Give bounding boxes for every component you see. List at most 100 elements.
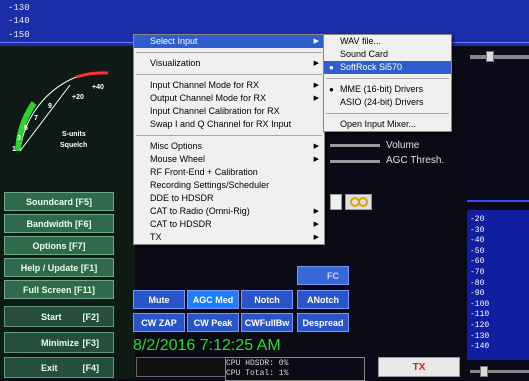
submenu-item-softrock-si570[interactable]: ● SoftRock Si570	[324, 61, 451, 74]
exit-button[interactable]: Exit [F4]	[4, 357, 114, 378]
start-button[interactable]: Start [F2]	[4, 306, 114, 327]
waterfall-divider	[467, 200, 529, 202]
waterfall-scale-label: -100	[470, 299, 490, 309]
s-meter-scale-label: 1	[12, 146, 16, 153]
s-meter-scale-label: 7	[34, 115, 38, 122]
options-button[interactable]: Options [F7]	[4, 236, 114, 255]
menu-item-label: RF Front-End + Calibration	[150, 167, 258, 177]
bandwidth-button[interactable]: Bandwidth [F6]	[4, 214, 114, 233]
partial-fc-button[interactable]: FC	[297, 266, 349, 285]
menu-item-select-input[interactable]: Select Input ▶	[134, 35, 324, 48]
radio-bullet-icon: ●	[329, 63, 334, 72]
spectrum-scale-label: -130	[8, 3, 30, 13]
menu-item-label: Recording Settings/Scheduler	[150, 180, 270, 190]
goggles-icon[interactable]	[345, 194, 372, 210]
menu-item-label: DDE to HDSDR	[150, 193, 214, 203]
submenu-item-open-input-mixer[interactable]: Open Input Mixer...	[324, 118, 451, 131]
notch-button[interactable]: Notch	[241, 290, 293, 309]
volume-label: Volume	[386, 140, 420, 151]
submenu-arrow-icon: ▶	[313, 156, 319, 163]
menu-item-label: TX	[150, 232, 162, 242]
select-input-submenu: WAV file... Sound Card ● SoftRock Si570 ● MME…	[323, 34, 452, 132]
menu-item-cat-to-radio-omni-rig[interactable]: CAT to Radio (Omni-Rig) ▶	[134, 205, 324, 218]
menu-item-label: Swap I and Q Channel for RX Input	[150, 119, 292, 129]
mute-button[interactable]: Mute	[133, 290, 185, 309]
squelch-label[interactable]: Squelch	[60, 142, 87, 149]
full-screen-button[interactable]: Full Screen [F11]	[4, 280, 114, 299]
zoom-slider-thumb[interactable]	[486, 51, 494, 62]
submenu-item-label: WAV file...	[340, 36, 382, 46]
menu-item-rf-front-end-calibration[interactable]: RF Front-End + Calibration	[134, 166, 324, 179]
agc-threshold-label: AGC Thresh.	[386, 155, 445, 166]
cw-full-bw-button[interactable]: CWFullBw	[241, 313, 293, 332]
date-time-display: 8/2/2016 7:12:25 AM	[133, 337, 281, 354]
menu-separator	[136, 74, 322, 75]
menu-item-swap-i-and-q-channel-for-rx-input[interactable]: Swap I and Q Channel for RX Input	[134, 118, 324, 131]
waterfall-scale-label: -140	[470, 342, 490, 352]
partial-fc-label: FC	[327, 270, 339, 281]
context-menu: Select Input ▶ Visualization ▶ Input Channel…	[133, 34, 325, 245]
submenu-item-label: Sound Card	[340, 49, 389, 59]
cpu-meter-bar	[136, 357, 226, 377]
menu-item-input-channel-mode-for-rx[interactable]: Input Channel Mode for RX ▶	[134, 79, 324, 92]
waterfall-speed-thumb[interactable]	[480, 366, 488, 377]
menu-item-recording-settings-scheduler[interactable]: Recording Settings/Scheduler	[134, 179, 324, 192]
menu-item-label: Select Input	[150, 36, 198, 46]
menu-item-misc-options[interactable]: Misc Options ▶	[134, 140, 324, 153]
agc-threshold-slider[interactable]	[330, 160, 380, 163]
menu-item-input-channel-calibration-for-rx[interactable]: Input Channel Calibration for RX	[134, 105, 324, 118]
menu-separator	[326, 113, 449, 114]
help-update-button[interactable]: Help / Update [F1]	[4, 258, 114, 277]
exit-button-key: [F4]	[82, 362, 100, 373]
minimize-button[interactable]: Minimize [F3]	[4, 332, 114, 353]
submenu-arrow-icon: ▶	[313, 221, 319, 228]
cw-zap-button[interactable]: CW ZAP	[133, 313, 185, 332]
waterfall-scale-label: -20	[470, 215, 485, 224]
s-meter-scale-label: +20	[72, 94, 84, 101]
menu-item-cat-to-hdsdr[interactable]: CAT to HDSDR ▶	[134, 218, 324, 231]
despread-button[interactable]: Despread	[297, 313, 349, 332]
waterfall-scale-label: -80	[470, 278, 485, 288]
menu-item-mouse-wheel[interactable]: Mouse Wheel ▶	[134, 153, 324, 166]
anotch-button[interactable]: ANotch	[297, 290, 349, 309]
goggles-icon-glyph	[349, 197, 368, 207]
agc-med-button[interactable]: AGC Med	[187, 290, 239, 309]
zoom-slider[interactable]	[470, 55, 529, 59]
submenu-arrow-icon: ▶	[313, 95, 319, 102]
menu-item-dde-to-hdsdr[interactable]: DDE to HDSDR	[134, 192, 324, 205]
cw-peak-button[interactable]: CW Peak	[187, 313, 239, 332]
start-button-label: Start	[41, 311, 62, 322]
cpu-hdsdr-usage: CPU HDSDR: 0%	[226, 359, 289, 368]
submenu-item-label: SoftRock Si570	[340, 62, 403, 72]
tx-button[interactable]: TX	[378, 357, 460, 377]
menu-item-output-channel-mode-for-rx[interactable]: Output Channel Mode for RX ▶	[134, 92, 324, 105]
waterfall-scale-label: -70	[470, 268, 485, 277]
s-meter-scale-label: 9	[48, 103, 52, 110]
s-meter-scale-label: +40	[92, 84, 104, 91]
spectrum-scale-label: -140	[8, 16, 30, 26]
waterfall-scale-label: -40	[470, 236, 485, 246]
submenu-item-asio-24-bit-drivers[interactable]: ASIO (24-bit) Drivers	[324, 96, 451, 109]
menu-separator	[326, 78, 449, 79]
waterfall-scale-label: -130	[470, 331, 490, 341]
submenu-item-mme-16-bit-drivers[interactable]: ● MME (16-bit) Drivers	[324, 83, 451, 96]
spectrum-scale-label: -150	[8, 30, 30, 40]
waterfall-speed-slider[interactable]	[470, 370, 529, 373]
menu-item-label: CAT to Radio (Omni-Rig)	[150, 206, 250, 216]
menu-item-label: Input Channel Calibration for RX	[150, 106, 280, 116]
submenu-arrow-icon: ▶	[313, 208, 319, 215]
menu-item-label: Visualization	[150, 58, 201, 68]
minimize-button-label: Minimize	[41, 337, 80, 348]
volume-slider[interactable]	[330, 144, 380, 147]
submenu-arrow-icon: ▶	[313, 60, 319, 67]
menu-item-visualization[interactable]: Visualization ▶	[134, 57, 324, 70]
menu-item-label: CAT to HDSDR	[150, 219, 212, 229]
soundcard-button[interactable]: Soundcard [F5]	[4, 192, 114, 211]
submenu-item-sound-card[interactable]: Sound Card	[324, 48, 451, 61]
menu-item-label: Output Channel Mode for RX	[150, 93, 267, 103]
cpu-total-usage: CPU Total: 1%	[226, 369, 289, 378]
submenu-item-wav-file[interactable]: WAV file...	[324, 35, 451, 48]
submenu-item-label: MME (16-bit) Drivers	[340, 84, 424, 94]
small-toggle-button[interactable]	[330, 194, 342, 210]
menu-item-tx[interactable]: TX ▶	[134, 231, 324, 244]
